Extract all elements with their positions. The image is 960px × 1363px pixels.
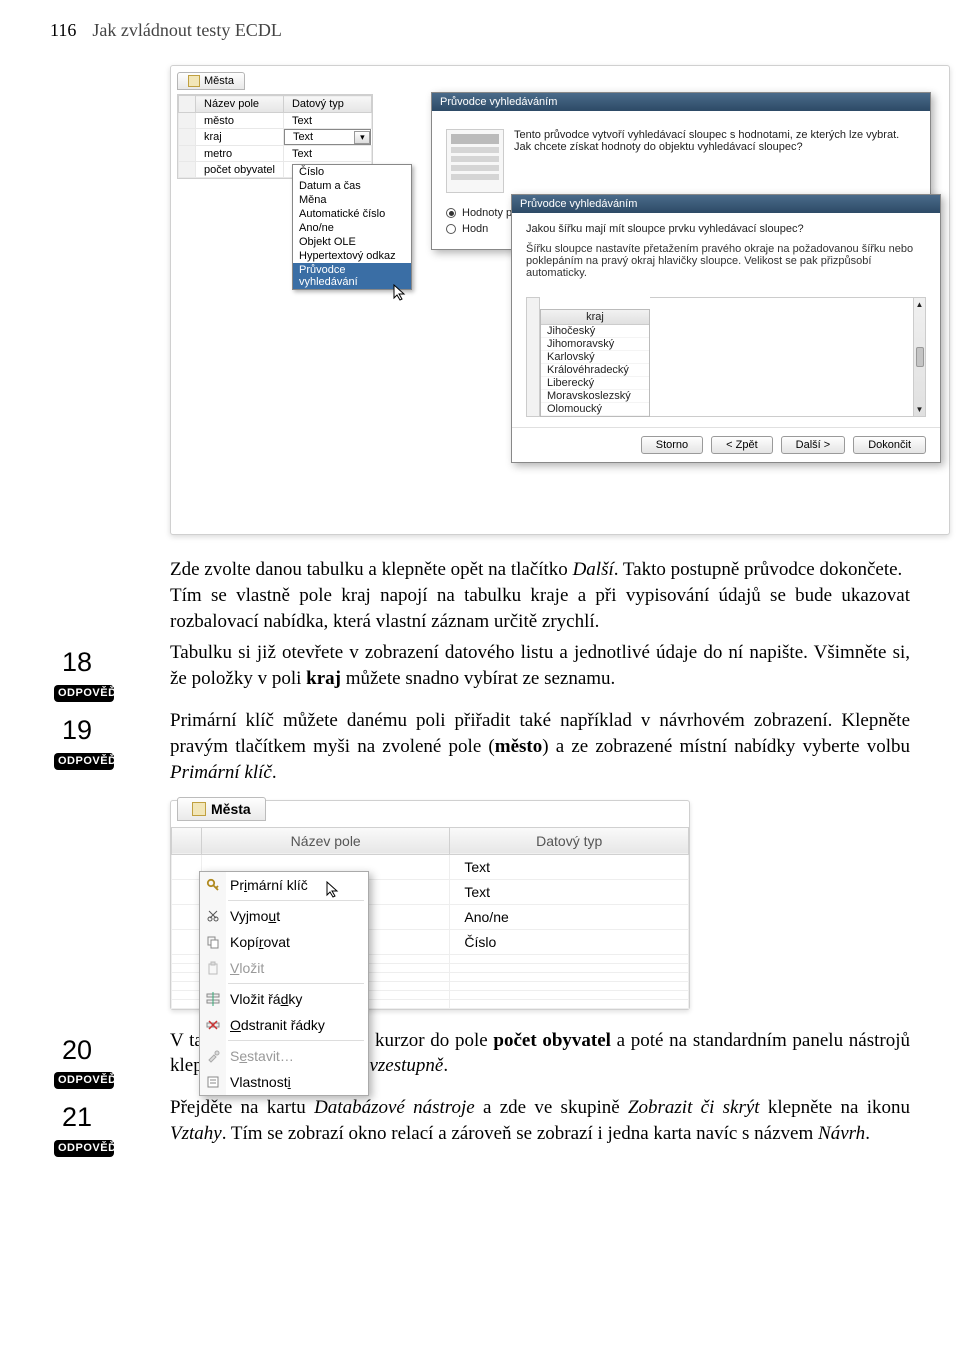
answer-badge: ODPOVĚĎ xyxy=(54,685,114,702)
menu-cut[interactable]: Vyjmout xyxy=(200,903,368,929)
paragraph-intro: Zde zvolte danou tabulku a klepněte opět… xyxy=(170,557,910,634)
answer-badge: ODPOVĚĎ xyxy=(54,1072,114,1089)
answer-18-text: Tabulku si již otevřete v zobrazení dato… xyxy=(170,640,910,692)
field-type[interactable]: Ano/ne xyxy=(450,904,689,929)
field-type[interactable]: Text xyxy=(283,113,371,129)
column-header[interactable]: kraj xyxy=(541,310,649,325)
datatype-option[interactable]: Ano/ne xyxy=(293,221,411,235)
page-title: Jak zvládnout testy ECDL xyxy=(92,20,281,41)
answer-badge: ODPOVĚĎ xyxy=(54,1140,114,1157)
datatype-option[interactable]: Objekt OLE xyxy=(293,235,411,249)
list-item[interactable]: Jihočeský xyxy=(541,325,649,338)
field-type[interactable]: Text xyxy=(293,131,313,143)
dialog-title: Průvodce vyhledáváním xyxy=(512,195,940,213)
wizard-option-label: Hodn xyxy=(462,223,488,235)
copy-icon xyxy=(204,935,222,949)
menu-properties[interactable]: Vlastnosti xyxy=(200,1069,368,1095)
context-menu: Primární klíč Vyjmout Kopírovat Vložit xyxy=(199,871,369,1096)
answer-number: 18 xyxy=(62,644,170,681)
scissors-icon xyxy=(204,909,222,923)
field-type[interactable]: Číslo xyxy=(450,929,689,954)
table-tab-label: Města xyxy=(211,801,251,817)
datatype-option[interactable]: Hypertextový odkaz xyxy=(293,249,411,263)
menu-copy[interactable]: Kopírovat xyxy=(200,929,368,955)
field-type[interactable]: Text xyxy=(450,879,689,904)
field-name[interactable]: město xyxy=(196,113,284,129)
wizard-button-row: Storno < Zpět Další > Dokončit xyxy=(512,427,940,462)
table-tab-mesta[interactable]: Města xyxy=(177,72,245,90)
figure-access-lookup-wizard: Města Název pole Datový typ městoText kr… xyxy=(170,65,950,535)
page-header: 116 Jak zvládnout testy ECDL xyxy=(50,20,910,41)
finish-button[interactable]: Dokončit xyxy=(853,436,926,454)
col-header-type: Datový typ xyxy=(283,96,371,113)
dropdown-button[interactable]: ▾ xyxy=(354,131,370,144)
menu-delete-rows[interactable]: Odstranit řádky xyxy=(200,1012,368,1038)
col-header-type: Datový typ xyxy=(450,827,689,854)
menu-insert-rows[interactable]: Vložit řádky xyxy=(200,986,368,1012)
wizard-preview: Tento průvodce vytvoří vyhledávací sloup… xyxy=(446,129,916,193)
next-button[interactable]: Další > xyxy=(781,436,846,454)
datatype-option[interactable]: Datum a čas xyxy=(293,179,411,193)
datatype-dropdown[interactable]: Číslo Datum a čas Měna Automatické číslo… xyxy=(292,164,412,290)
page-number: 116 xyxy=(50,20,76,41)
wizard-question: Jakou šířku mají mít sloupce prvku vyhle… xyxy=(526,223,926,235)
scrollbar[interactable]: ▲ ▼ xyxy=(913,298,925,416)
mouse-cursor-icon xyxy=(326,881,340,899)
table-tab-mesta[interactable]: Města xyxy=(177,797,266,821)
answer-badge: ODPOVĚĎ xyxy=(54,753,114,770)
col-header-name: Název pole xyxy=(196,96,284,113)
dialog-title: Průvodce vyhledáváním xyxy=(432,93,930,111)
answer-number: 19 xyxy=(62,712,170,749)
list-item[interactable]: Jihomoravský xyxy=(541,338,649,351)
list-item[interactable]: Karlovský xyxy=(541,351,649,364)
datatype-option[interactable]: Automatické číslo xyxy=(293,207,411,221)
figure-access-context-menu: Města Název pole Datový typ Text Text An… xyxy=(170,800,690,1010)
wizard-hint: Šířku sloupce nastavíte přetažením pravé… xyxy=(526,243,926,279)
field-type[interactable]: Text xyxy=(283,146,371,162)
answer-number: 20 xyxy=(62,1032,170,1069)
field-name[interactable]: kraj xyxy=(196,129,284,146)
field-name[interactable]: počet obyvatel xyxy=(196,162,284,178)
field-type[interactable]: Text xyxy=(450,854,689,879)
menu-paste[interactable]: Vložit xyxy=(200,955,368,981)
answer-19-text: Primární klíč můžete danému poli přiřadi… xyxy=(170,708,910,785)
menu-build[interactable]: Sestavit… xyxy=(200,1043,368,1069)
field-name[interactable]: metro xyxy=(196,146,284,162)
properties-icon xyxy=(204,1075,222,1089)
cancel-button[interactable]: Storno xyxy=(641,436,703,454)
datatype-option[interactable]: Měna xyxy=(293,193,411,207)
table-tab-label: Města xyxy=(204,75,234,87)
delete-rows-icon xyxy=(204,1018,222,1032)
list-item[interactable]: Moravskoslezský xyxy=(541,390,649,403)
col-header-name: Název pole xyxy=(202,827,450,854)
paste-icon xyxy=(204,961,222,975)
datatype-option[interactable]: Číslo xyxy=(293,165,411,179)
insert-rows-icon xyxy=(204,992,222,1006)
mouse-cursor-icon xyxy=(393,284,407,302)
answer-21-text: Přejděte na kartu Databázové nástroje a … xyxy=(170,1095,910,1147)
lookup-wizard-dialog-2: Průvodce vyhledáváním Jakou šířku mají m… xyxy=(511,194,941,463)
back-button[interactable]: < Zpět xyxy=(711,436,773,454)
list-item[interactable]: Olomoucký xyxy=(541,403,649,416)
wizard-column-preview[interactable]: kraj Jihočeský Jihomoravský Karlovský Kr… xyxy=(540,309,650,417)
table-icon xyxy=(188,75,200,87)
build-icon xyxy=(204,1049,222,1063)
table-icon xyxy=(192,802,206,816)
list-item[interactable]: Liberecký xyxy=(541,377,649,390)
menu-primary-key[interactable]: Primární klíč xyxy=(200,872,368,898)
list-item[interactable]: Královéhradecký xyxy=(541,364,649,377)
wizard-intro: Tento průvodce vytvoří vyhledávací sloup… xyxy=(514,129,916,193)
key-icon xyxy=(204,878,222,892)
answer-number: 21 xyxy=(62,1099,170,1136)
